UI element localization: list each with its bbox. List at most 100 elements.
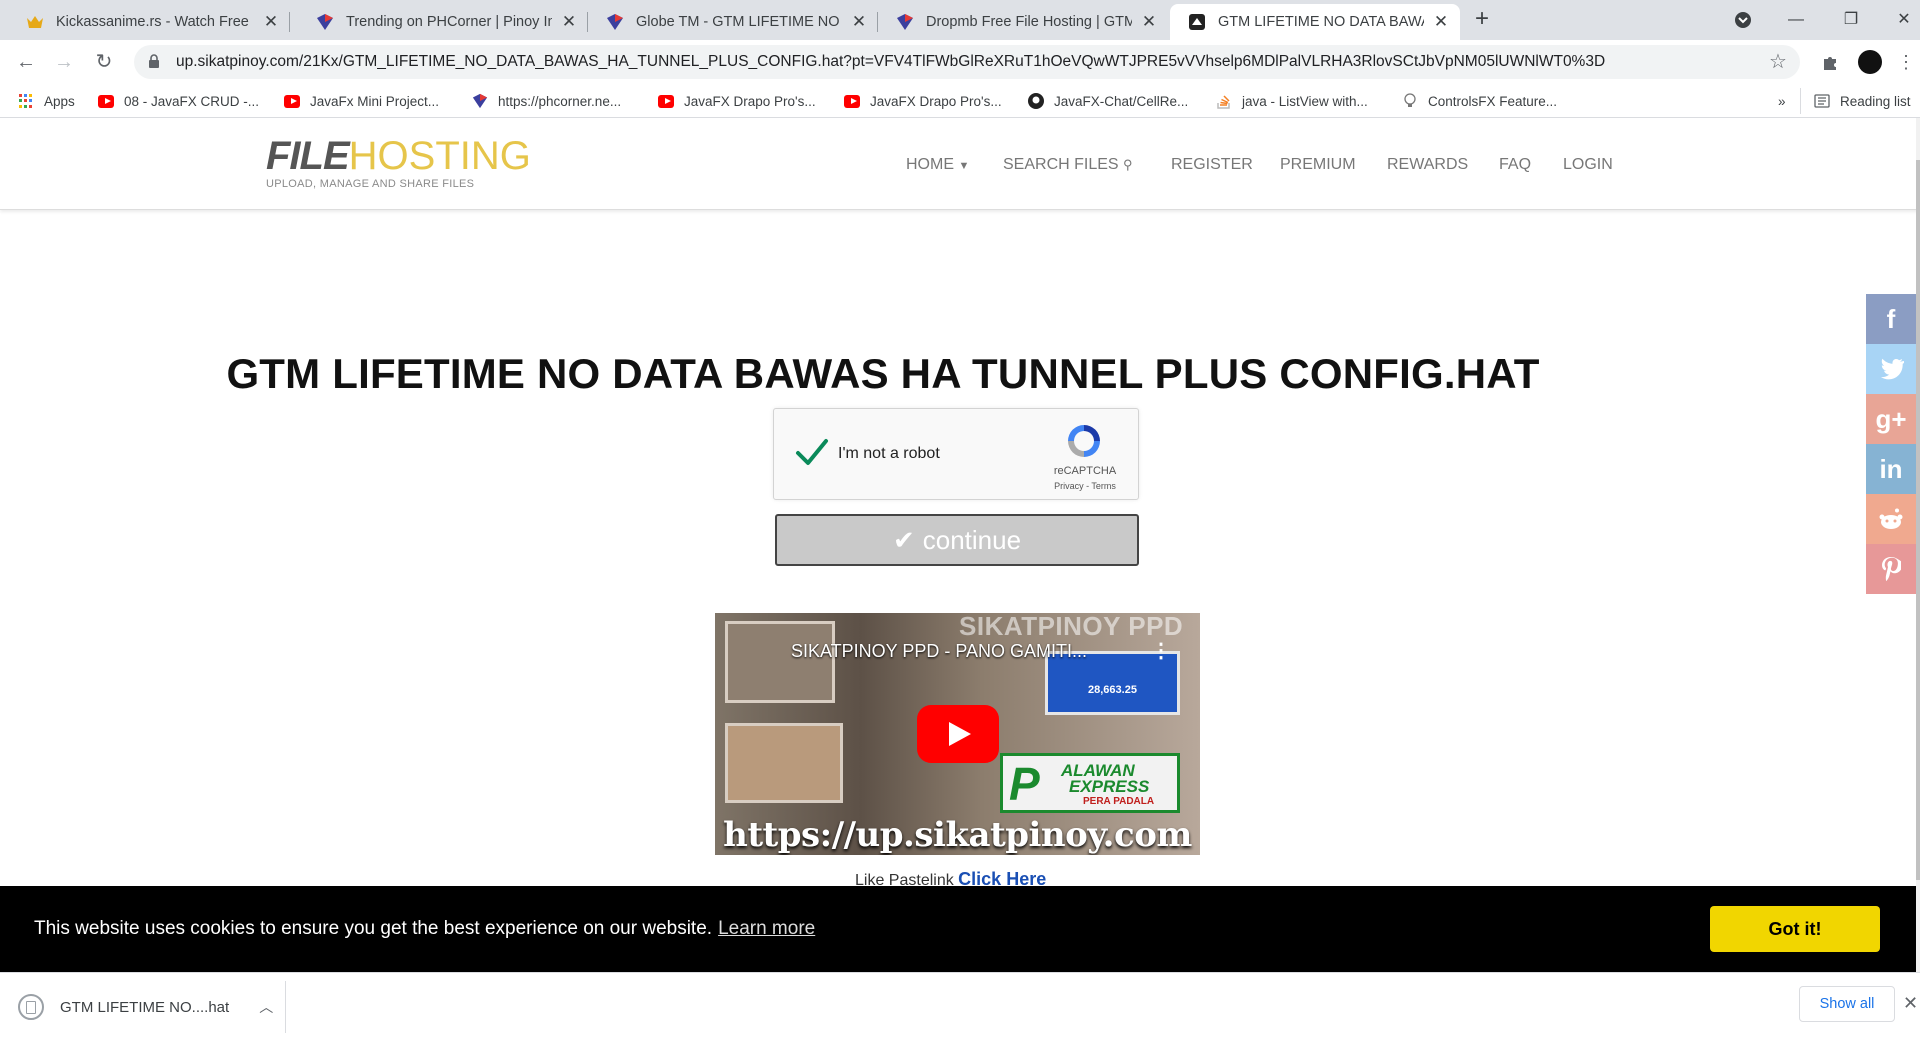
tab-gtm-lifetime-active[interactable]: GTM LIFETIME NO DATA BAWAS ✕: [1170, 4, 1460, 40]
site-icon: [1188, 13, 1206, 31]
show-all-downloads-button[interactable]: Show all: [1799, 986, 1895, 1022]
url-text[interactable]: up.sikatpinoy.com/21Kx/GTM_LIFETIME_NO_D…: [176, 53, 1768, 71]
nav-premium[interactable]: PREMIUM: [1280, 156, 1356, 174]
bookmark-item[interactable]: JavaFX Drapo Pro's...: [658, 91, 816, 111]
bookmark-label: https://phcorner.ne...: [498, 93, 622, 109]
close-tab-icon[interactable]: ✕: [560, 13, 578, 31]
github-icon: [1028, 93, 1044, 109]
file-title: GTM LIFETIME NO DATA BAWAS HA TUNNEL PLU…: [226, 350, 1540, 397]
back-icon[interactable]: ←: [14, 50, 38, 74]
tab-dropmb[interactable]: Dropmb Free File Hosting | GTM ✕: [878, 4, 1168, 40]
reading-list-button[interactable]: Reading list: [1814, 91, 1911, 111]
tab-strip: Kickassanime.rs - Watch Free Pop ✕ Trend…: [0, 0, 1920, 40]
nav-search-files[interactable]: SEARCH FILES ⚲: [1003, 156, 1133, 174]
tab-globe-tm[interactable]: Globe TM - GTM LIFETIME NO D ✕: [588, 4, 878, 40]
extensions-icon[interactable]: [1818, 50, 1842, 74]
youtube-embed[interactable]: 28,663.25 P ALAWAN EXPRESS PERA PADALA S…: [715, 613, 1200, 855]
minimize-icon[interactable]: —: [1784, 8, 1808, 32]
nav-rewards[interactable]: REWARDS: [1387, 156, 1468, 174]
bookmark-label: Apps: [44, 93, 75, 109]
recaptcha-brand: reCAPTCHA: [1053, 465, 1117, 477]
address-bar[interactable]: up.sikatpinoy.com/21Kx/GTM_LIFETIME_NO_D…: [134, 45, 1800, 79]
bookmark-label: 08 - JavaFX CRUD -...: [124, 93, 260, 109]
facebook-share-icon[interactable]: f: [1866, 294, 1916, 344]
reading-list-label: Reading list: [1840, 93, 1911, 109]
video-thumb-panel: [725, 621, 835, 703]
video-url-text: https://up.sikatpinoy.com: [723, 815, 1192, 855]
recaptcha-label: I'm not a robot: [838, 445, 940, 462]
crown-icon: [26, 13, 44, 31]
logo-tagline: UPLOAD, MANAGE AND SHARE FILES: [266, 178, 475, 190]
lock-icon[interactable]: [148, 54, 162, 70]
lightbulb-icon: [1402, 93, 1418, 109]
tab-title: Kickassanime.rs - Watch Free Pop: [56, 14, 254, 30]
bookmark-label: java - ListView with...: [1242, 93, 1368, 109]
bookmark-item[interactable]: ControlsFX Feature...: [1402, 91, 1557, 111]
bookmarks-overflow-button[interactable]: »: [1778, 91, 1786, 111]
new-tab-button[interactable]: +: [1470, 7, 1494, 32]
video-title[interactable]: SIKATPINOY PPD - PANO GAMITI...: [791, 641, 1087, 662]
cookie-accept-button[interactable]: Got it!: [1710, 906, 1880, 952]
cookie-message: This website uses cookies to ensure you …: [34, 918, 815, 940]
learn-more-link[interactable]: Learn more: [718, 918, 815, 939]
close-tab-icon[interactable]: ✕: [1432, 13, 1450, 31]
palawan-express-logo: P ALAWAN EXPRESS PERA PADALA: [1000, 753, 1180, 813]
linkedin-share-icon[interactable]: in: [1866, 444, 1916, 494]
profile-avatar[interactable]: [1858, 50, 1882, 74]
bookmark-item[interactable]: https://phcorner.ne...: [472, 91, 621, 111]
bookmark-label: JavaFX-Chat/CellRe...: [1054, 93, 1189, 109]
reload-icon[interactable]: ↻: [92, 50, 116, 74]
page-scrollbar-thumb[interactable]: [1916, 160, 1920, 880]
restore-icon[interactable]: ❐: [1839, 8, 1863, 32]
more-menu-icon[interactable]: ⋮: [1894, 50, 1918, 74]
search-icon: ⚲: [1123, 157, 1133, 172]
site-logo[interactable]: FILEHOSTING UPLOAD, MANAGE AND SHARE FIL…: [266, 136, 531, 190]
nav-faq[interactable]: FAQ: [1499, 156, 1531, 174]
reddit-share-icon[interactable]: [1866, 494, 1916, 544]
tab-kickassanime[interactable]: Kickassanime.rs - Watch Free Pop ✕: [8, 4, 290, 40]
bookmark-label: ControlsFX Feature...: [1428, 93, 1558, 109]
youtube-icon: [844, 93, 860, 109]
recaptcha-links[interactable]: Privacy - Terms: [1040, 481, 1130, 491]
recaptcha-widget[interactable]: I'm not a robot reCAPTCHA Privacy - Term…: [773, 408, 1139, 500]
video-more-icon[interactable]: ⋮: [1151, 639, 1171, 663]
continue-button[interactable]: ✔ continue: [775, 514, 1139, 566]
bookmark-item[interactable]: JavaFx Mini Project...: [284, 91, 439, 111]
tab-phcorner-trending[interactable]: Trending on PHCorner | Pinoy Int ✕: [298, 4, 588, 40]
nav-register[interactable]: REGISTER: [1171, 156, 1253, 174]
close-tab-icon[interactable]: ✕: [850, 13, 868, 31]
bookmark-star-icon[interactable]: ☆: [1768, 52, 1788, 72]
checkmark-icon[interactable]: [794, 435, 830, 471]
play-button-icon[interactable]: [917, 705, 999, 763]
google-plus-share-icon[interactable]: g+: [1866, 394, 1916, 444]
cookie-message-text: This website uses cookies to ensure you …: [34, 918, 713, 939]
bookmark-item[interactable]: JavaFX Drapo Pro's...: [844, 91, 1002, 111]
bookmark-item[interactable]: 08 - JavaFX CRUD -...: [98, 91, 259, 111]
logo-text-light: HOSTING: [348, 134, 531, 178]
tab-title: Trending on PHCorner | Pinoy Int: [346, 14, 552, 30]
phcorner-icon: [896, 13, 914, 31]
youtube-icon: [284, 93, 300, 109]
close-download-bar-icon[interactable]: ✕: [1903, 993, 1918, 1014]
caret-down-icon: ▼: [958, 160, 970, 172]
bookmark-item[interactable]: JavaFX-Chat/CellRe...: [1028, 91, 1188, 111]
download-item[interactable]: GTM LIFETIME NO....hat ︿: [18, 991, 273, 1023]
forward-icon[interactable]: →: [52, 50, 76, 74]
close-tab-icon[interactable]: ✕: [1140, 13, 1158, 31]
phcorner-icon: [472, 93, 488, 109]
bookmarks-bar: Apps 08 - JavaFX CRUD -... JavaFx Mini P…: [0, 84, 1920, 118]
chevron-up-icon[interactable]: ︿: [259, 997, 273, 1017]
nav-login[interactable]: LOGIN: [1563, 156, 1613, 174]
check-icon: ✔: [892, 524, 915, 555]
bookmark-item[interactable]: java - ListView with...: [1216, 91, 1368, 111]
close-window-icon[interactable]: ✕: [1892, 8, 1916, 32]
tab-title: GTM LIFETIME NO DATA BAWAS: [1218, 14, 1424, 30]
bookmark-label: JavaFX Drapo Pro's...: [684, 93, 816, 109]
nav-home[interactable]: HOME ▼: [906, 156, 969, 174]
pinterest-share-icon[interactable]: [1866, 544, 1916, 594]
close-tab-icon[interactable]: ✕: [262, 13, 280, 31]
twitter-share-icon[interactable]: [1866, 344, 1916, 394]
tab-search-icon[interactable]: [1731, 8, 1755, 32]
bookmark-apps[interactable]: Apps: [18, 91, 75, 111]
video-balance-text: 28,663.25: [1088, 684, 1137, 696]
